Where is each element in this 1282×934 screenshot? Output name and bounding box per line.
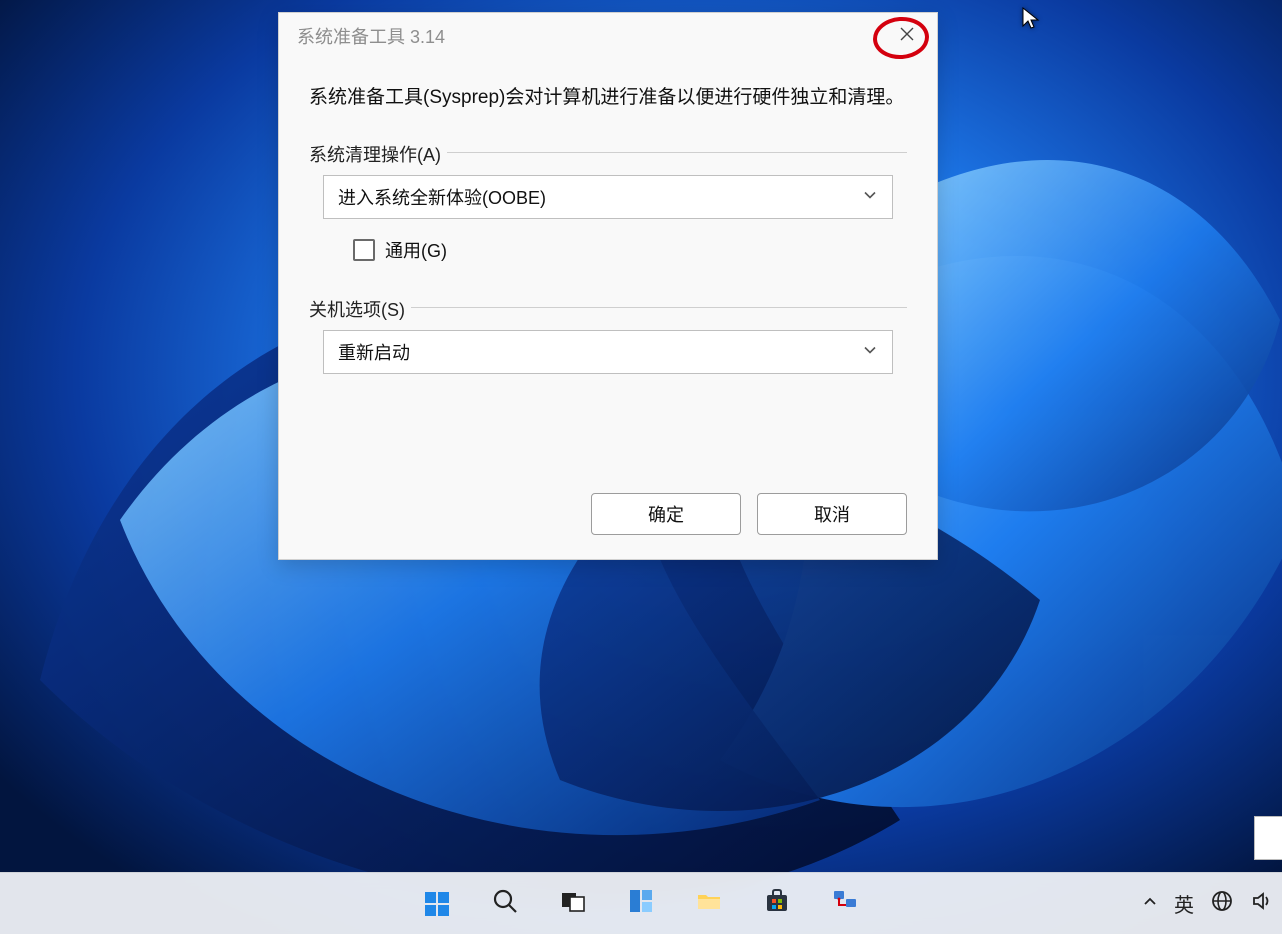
ok-button[interactable]: 确定 bbox=[591, 493, 741, 535]
search-button[interactable] bbox=[485, 884, 525, 924]
network-computers-icon bbox=[831, 887, 859, 920]
chevron-up-icon bbox=[1142, 893, 1158, 913]
shutdown-options-value: 重新启动 bbox=[338, 339, 410, 365]
cleanup-action-label: 系统清理操作(A) bbox=[309, 141, 447, 167]
task-view-button[interactable] bbox=[553, 884, 593, 924]
network-tray-button[interactable] bbox=[1210, 889, 1234, 918]
close-icon bbox=[899, 26, 915, 45]
microsoft-store-button[interactable] bbox=[757, 884, 797, 924]
sysprep-dialog: 系统准备工具 3.14 系统准备工具(Sysprep)会对计算机进行准备以便进行… bbox=[278, 12, 938, 560]
network-app-button[interactable] bbox=[825, 884, 865, 924]
close-button[interactable] bbox=[877, 13, 937, 59]
desktop-wallpaper: 系统准备工具 3.14 系统准备工具(Sysprep)会对计算机进行准备以便进行… bbox=[0, 0, 1282, 934]
dialog-title: 系统准备工具 3.14 bbox=[297, 23, 445, 49]
dialog-titlebar[interactable]: 系统准备工具 3.14 bbox=[279, 13, 937, 59]
shutdown-options-label: 关机选项(S) bbox=[309, 296, 411, 322]
shutdown-options-dropdown[interactable]: 重新启动 bbox=[323, 330, 893, 374]
store-icon bbox=[763, 887, 791, 920]
system-tray: 英 bbox=[1142, 889, 1274, 918]
folder-icon bbox=[695, 887, 723, 920]
cleanup-action-value: 进入系统全新体验(OOBE) bbox=[338, 184, 546, 210]
chevron-down-icon bbox=[862, 342, 878, 363]
taskbar: 英 bbox=[0, 872, 1282, 934]
speaker-icon bbox=[1250, 897, 1274, 917]
chevron-down-icon bbox=[862, 187, 878, 208]
ime-indicator[interactable]: 英 bbox=[1174, 889, 1194, 918]
generalize-row: 通用(G) bbox=[323, 237, 893, 263]
search-icon bbox=[491, 887, 519, 920]
tray-overflow-button[interactable] bbox=[1142, 893, 1158, 914]
generalize-checkbox[interactable] bbox=[353, 239, 375, 261]
cleanup-action-dropdown[interactable]: 进入系统全新体验(OOBE) bbox=[323, 175, 893, 219]
file-explorer-button[interactable] bbox=[689, 884, 729, 924]
cancel-button[interactable]: 取消 bbox=[757, 493, 907, 535]
dialog-description: 系统准备工具(Sysprep)会对计算机进行准备以便进行硬件独立和清理。 bbox=[309, 83, 907, 112]
widgets-icon bbox=[627, 887, 655, 920]
taskbar-center bbox=[417, 884, 865, 924]
start-button[interactable] bbox=[417, 884, 457, 924]
volume-tray-button[interactable] bbox=[1250, 889, 1274, 918]
globe-icon bbox=[1210, 897, 1234, 917]
task-view-icon bbox=[559, 887, 587, 920]
shutdown-options-group: 关机选项(S) 重新启动 bbox=[309, 307, 907, 392]
edge-panel[interactable] bbox=[1254, 816, 1282, 860]
cleanup-action-group: 系统清理操作(A) 进入系统全新体验(OOBE) 通用(G) bbox=[309, 152, 907, 281]
generalize-label: 通用(G) bbox=[385, 237, 447, 263]
widgets-button[interactable] bbox=[621, 884, 661, 924]
